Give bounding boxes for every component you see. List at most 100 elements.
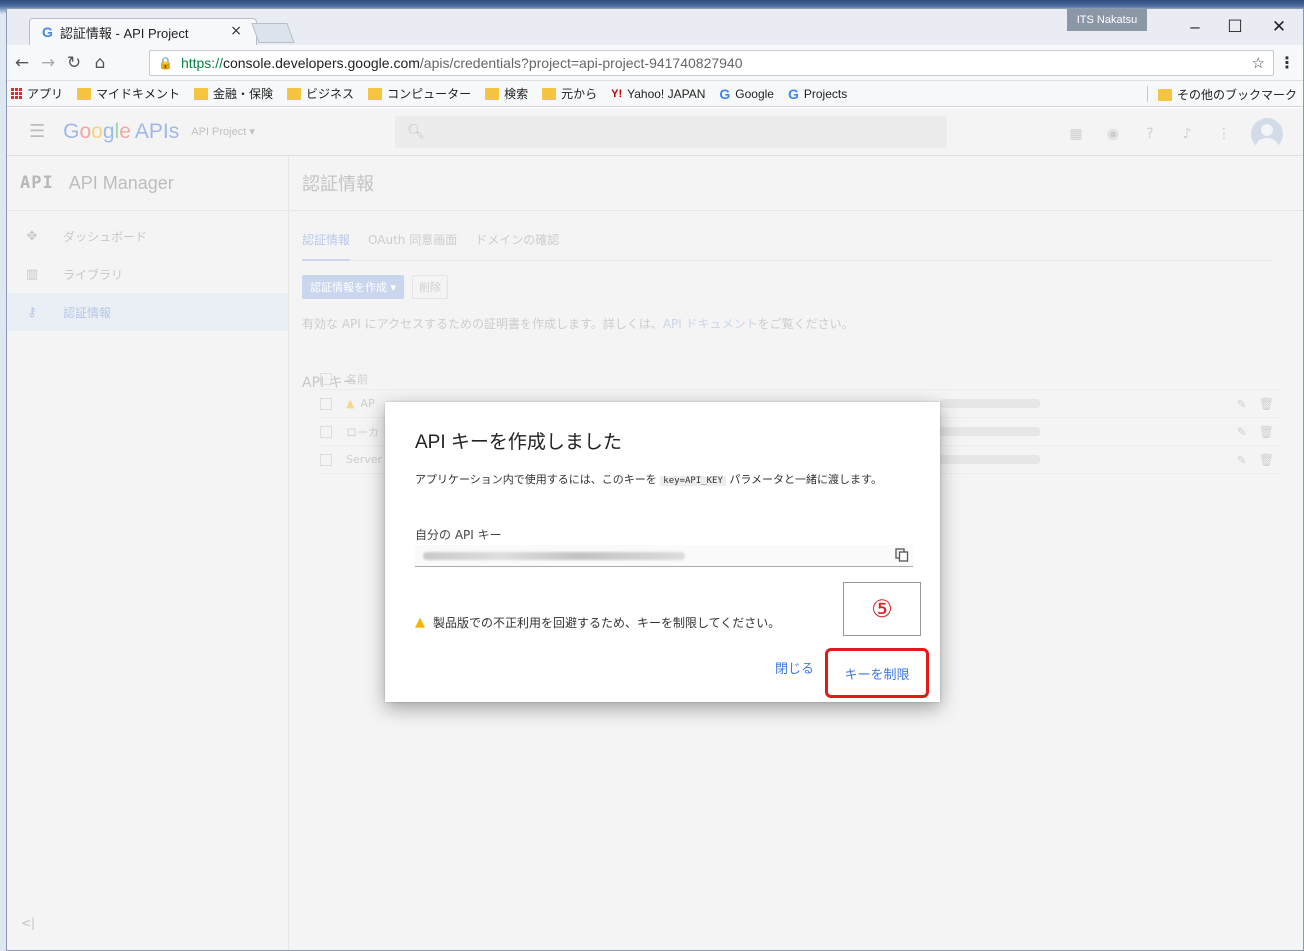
folder-icon [542, 87, 557, 100]
close-window-icon[interactable]: ✕ [1265, 15, 1293, 39]
api-key-field[interactable] [415, 545, 913, 567]
sidebar-item-dashboard[interactable]: ✥ ダッシュボード [7, 217, 288, 255]
other-bookmarks[interactable]: その他のブックマーク [1157, 86, 1297, 103]
search-input[interactable]: 🔍︎ [395, 116, 947, 148]
bookmark-item[interactable]: 検索 [485, 85, 528, 102]
google-icon: G [787, 85, 799, 102]
sidebar-header: API API Manager [7, 156, 288, 211]
bookmark-label: Google [735, 86, 774, 101]
user-badge[interactable]: ITS Nakatsu [1067, 9, 1147, 31]
page-title: 認証情報 [290, 156, 1303, 211]
key-icon: ⚷ [27, 304, 37, 320]
browser-window: G 認証情報 - API Project × ITS Nakatsu – ☐ ✕… [6, 8, 1304, 951]
api-key-created-dialog: API キーを作成しました アプリケーション内で使用するには、このキーを key… [385, 402, 940, 702]
row-actions: ✎🗑︎ [1237, 397, 1286, 411]
edit-icon[interactable]: ✎ [1237, 397, 1259, 411]
minimize-icon[interactable]: – [1181, 15, 1209, 39]
reload-icon[interactable]: ↻ [63, 51, 85, 75]
forward-icon[interactable]: → [37, 51, 59, 75]
delete-icon[interactable]: 🗑︎ [1259, 453, 1286, 467]
address-bar[interactable]: 🔒 https:// console.developers.google.com… [149, 50, 1274, 76]
maximize-icon[interactable]: ☐ [1221, 15, 1249, 39]
google-favicon-icon: G [42, 24, 53, 40]
tab-close-icon[interactable]: × [230, 23, 242, 39]
home-icon[interactable]: ⌂ [89, 51, 111, 75]
column-header-name: 名前 [346, 372, 368, 386]
google-apis-logo[interactable]: Google APIs [63, 120, 179, 144]
gift-icon[interactable]: ▦ [1061, 126, 1091, 142]
bookmark-item[interactable]: 金融・保険 [194, 85, 273, 102]
feedback-icon[interactable]: ◉ [1098, 126, 1128, 142]
folder-icon [287, 87, 302, 100]
close-button[interactable]: 閉じる [775, 658, 814, 677]
bookmark-label: その他のブックマーク [1176, 88, 1297, 102]
help-icon[interactable]: ? [1135, 126, 1165, 142]
create-credentials-button[interactable]: 認証情報を作成 ▾ [302, 275, 405, 299]
notifications-icon[interactable]: ♪ [1172, 126, 1202, 142]
copy-icon[interactable] [895, 548, 909, 562]
row-name: Server [346, 453, 383, 466]
bookmark-apps[interactable]: アプリ [11, 85, 63, 102]
table-header: 名前 [320, 368, 1280, 390]
tab-oauth-consent[interactable]: OAuth 同意画面 [368, 231, 457, 260]
bookmark-label: マイドキメント [96, 87, 181, 101]
sidebar-item-credentials[interactable]: ⚷ 認証情報 [7, 293, 288, 331]
desc-text: 有効な API にアクセスするための証明書を作成します。詳しくは、 [302, 317, 663, 331]
sidebar-item-label: 認証情報 [63, 305, 112, 320]
tab-domain-verification[interactable]: ドメインの確認 [475, 231, 559, 260]
bookmarks-bar: アプリ マイドキメント 金融・保険 ビジネス コンピューター 検索 元から Y!… [7, 81, 1303, 107]
restrict-key-label: キーを制限 [844, 667, 910, 683]
avatar[interactable] [1251, 118, 1283, 150]
bookmark-google[interactable]: G Google [719, 86, 774, 102]
row-name: ローカ [346, 425, 379, 439]
api-docs-link[interactable]: API ドキュメント [663, 317, 758, 331]
collapse-sidebar-icon[interactable]: <| [21, 916, 35, 930]
hamburger-menu-icon[interactable]: ☰ [29, 121, 45, 142]
tab-title: 認証情報 - API Project [59, 25, 189, 41]
bookmark-label: コンピューター [387, 87, 472, 101]
bookmark-star-icon[interactable]: ☆ [1252, 54, 1265, 72]
code-snippet: key=API_KEY [660, 476, 726, 486]
folder-icon [194, 87, 209, 100]
row-checkbox[interactable] [320, 425, 332, 438]
row-checkbox[interactable] [320, 453, 332, 466]
bookmark-item[interactable]: 元から [542, 85, 597, 102]
bookmark-separator [1147, 86, 1148, 102]
warning-icon: ▲ [346, 397, 355, 410]
bookmark-projects[interactable]: G Projects [788, 86, 847, 102]
step-marker: ⑤ [843, 582, 921, 636]
library-icon: ▥ [25, 266, 39, 282]
tab-credentials[interactable]: 認証情報 [302, 231, 351, 261]
edit-icon[interactable]: ✎ [1237, 453, 1259, 467]
row-checkbox[interactable] [320, 397, 332, 410]
bookmark-item[interactable]: マイドキメント [77, 85, 180, 102]
dialog-description: アプリケーション内で使用するには、このキーを key=API_KEY パラメータ… [415, 472, 895, 489]
warning-message: ▲ 製品版での不正利用を回避するため、キーを制限してください。 [415, 614, 780, 631]
url-host: console.developers.google.com [222, 55, 420, 71]
folder-icon [77, 87, 92, 100]
api-key-value-blurred [423, 552, 685, 560]
header-icons: ▦ ◉ ? ♪ ⋮ [1054, 118, 1283, 150]
project-selector[interactable]: API Project ▾ [191, 125, 255, 138]
edit-icon[interactable]: ✎ [1237, 425, 1259, 439]
back-icon[interactable]: ← [11, 51, 33, 75]
restrict-key-button[interactable]: キーを制限 [825, 648, 929, 698]
browser-menu-icon[interactable]: ⋮ [1279, 53, 1295, 72]
more-options-icon[interactable]: ⋮ [1209, 126, 1239, 142]
delete-icon[interactable]: 🗑︎ [1259, 397, 1286, 411]
select-all-checkbox[interactable] [320, 372, 332, 385]
delete-button[interactable]: 削除 [412, 275, 449, 299]
api-badge: API [20, 173, 54, 193]
sidebar-item-library[interactable]: ▥ ライブラリ [7, 255, 288, 293]
key-value-blurred [940, 399, 1040, 408]
new-tab-button[interactable] [251, 23, 295, 43]
bookmark-label: 検索 [504, 87, 529, 101]
browser-tab[interactable]: G 認証情報 - API Project × [29, 18, 257, 45]
bookmark-item[interactable]: コンピューター [368, 85, 471, 102]
key-value-blurred [940, 427, 1040, 436]
bookmark-item[interactable]: ビジネス [287, 85, 354, 102]
sidebar-title: API Manager [68, 172, 174, 193]
delete-icon[interactable]: 🗑︎ [1259, 425, 1286, 439]
bookmark-yahoo[interactable]: Y! Yahoo! JAPAN [611, 87, 705, 101]
description: 有効な API にアクセスするための証明書を作成します。詳しくは、API ドキュ… [302, 315, 1303, 332]
